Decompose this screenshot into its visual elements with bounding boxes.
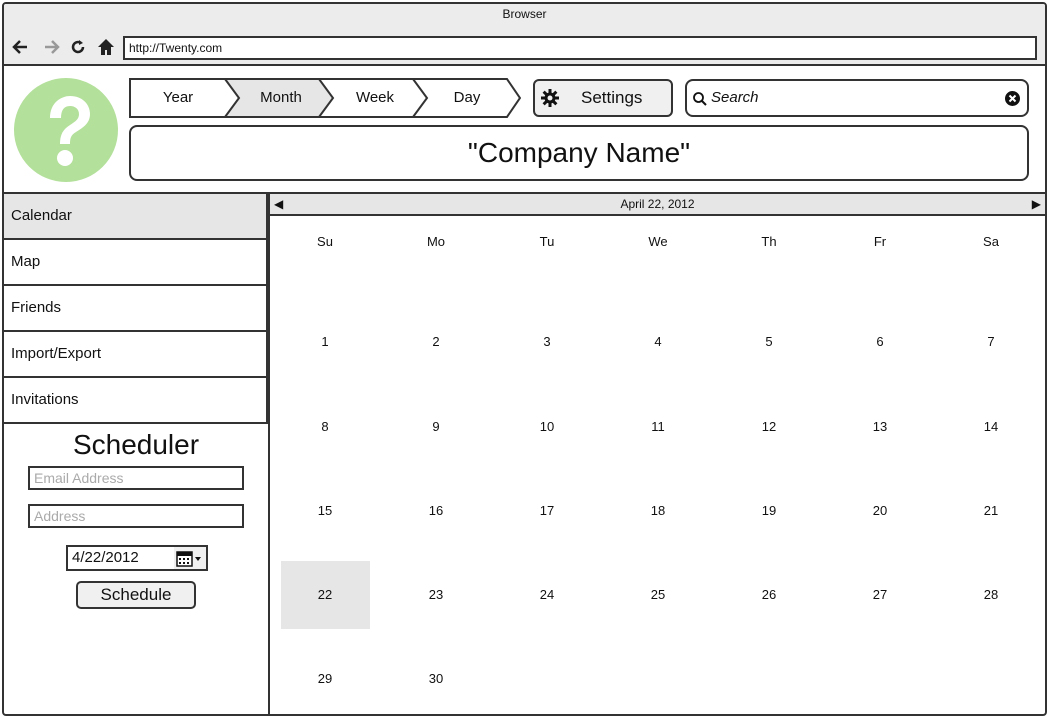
browser-title: Browser xyxy=(502,7,547,21)
calendar-day[interactable]: 18 xyxy=(638,503,678,519)
app-header: Year Month Week Day Settings Search "Com… xyxy=(4,68,1045,194)
weekday-label: Th xyxy=(761,234,777,249)
tab-month[interactable]: Month xyxy=(233,78,329,118)
weekday-label: Tu xyxy=(539,234,555,249)
calendar-day[interactable]: 13 xyxy=(860,419,900,435)
sidebar-item-invitations[interactable]: Invitations xyxy=(4,378,268,424)
calendar-day[interactable]: 17 xyxy=(527,503,567,519)
reload-icon[interactable] xyxy=(68,36,88,58)
calendar-day[interactable]: 5 xyxy=(749,334,789,350)
url-field[interactable]: http://Twenty.com xyxy=(123,36,1037,60)
scheduler-title: Scheduler xyxy=(72,429,200,460)
calendar-day[interactable]: 2 xyxy=(416,334,456,350)
email-field[interactable]: Email Address xyxy=(28,466,244,490)
date-input[interactable]: 4/22/2012 xyxy=(66,545,176,571)
sidebar-item-calendar[interactable]: Calendar xyxy=(4,194,268,240)
view-tabs: Year Month Week Day xyxy=(129,78,521,118)
calendar-day[interactable]: 6 xyxy=(860,334,900,350)
browser-window: Browser http://Twenty.com Year Month Wee… xyxy=(2,2,1047,716)
sidebar-item-map[interactable]: Map xyxy=(4,240,268,286)
calendar-date-label: April 22, 2012 xyxy=(620,197,695,211)
tab-week[interactable]: Week xyxy=(327,78,423,118)
prev-month-button[interactable]: ◀ xyxy=(274,194,283,214)
settings-label: Settings xyxy=(581,88,643,107)
calendar-day[interactable]: 24 xyxy=(527,587,567,603)
calendar-day[interactable]: 20 xyxy=(860,503,900,519)
sidebar-item-import-export[interactable]: Import/Export xyxy=(4,332,268,378)
sidebar-item-friends[interactable]: Friends xyxy=(4,286,268,332)
calendar-day[interactable]: 16 xyxy=(416,503,456,519)
weekday-label: Mo xyxy=(426,234,446,249)
calendar-day[interactable]: 27 xyxy=(860,587,900,603)
chevron-down-icon xyxy=(195,557,201,561)
calendar-day[interactable]: 15 xyxy=(305,503,345,519)
calendar-day[interactable]: 4 xyxy=(638,334,678,350)
date-picker-button[interactable] xyxy=(174,545,208,571)
browser-title-bar: Browser xyxy=(4,4,1045,30)
calendar-day[interactable]: 26 xyxy=(749,587,789,603)
calendar-day[interactable]: 23 xyxy=(416,587,456,603)
search-placeholder: Search xyxy=(711,89,759,106)
forward-arrow-icon[interactable] xyxy=(42,36,62,58)
home-icon[interactable] xyxy=(96,36,116,58)
calendar-day[interactable]: 28 xyxy=(971,587,1011,603)
next-month-button[interactable]: ▶ xyxy=(1032,194,1041,214)
address-field[interactable]: Address xyxy=(28,504,244,528)
weekday-label: Fr xyxy=(873,234,887,249)
calendar-day[interactable]: 29 xyxy=(305,671,345,687)
calendar-day[interactable]: 21 xyxy=(971,503,1011,519)
calendar-day[interactable]: 11 xyxy=(638,419,678,435)
search-input[interactable]: Search xyxy=(685,79,1029,117)
search-icon xyxy=(693,92,707,106)
calendar-day[interactable]: 12 xyxy=(749,419,789,435)
calendar-day-selected[interactable]: 22 xyxy=(305,587,345,603)
calendar-day[interactable]: 14 xyxy=(971,419,1011,435)
settings-button[interactable]: Settings xyxy=(533,79,673,117)
calendar-day[interactable]: 19 xyxy=(749,503,789,519)
schedule-button[interactable]: Schedule xyxy=(76,581,196,609)
tab-day[interactable]: Day xyxy=(421,78,513,118)
weekday-label: We xyxy=(648,234,668,249)
calendar-day[interactable]: 30 xyxy=(416,671,456,687)
gear-icon xyxy=(541,89,559,107)
calendar-icon xyxy=(176,551,201,567)
calendar-header: ◀ April 22, 2012 ▶ xyxy=(270,194,1045,216)
calendar-day[interactable]: 8 xyxy=(305,419,345,435)
calendar-day[interactable]: 25 xyxy=(638,587,678,603)
calendar-day[interactable]: 3 xyxy=(527,334,567,350)
back-arrow-icon[interactable] xyxy=(10,36,30,58)
weekday-label: Su xyxy=(317,234,333,249)
browser-nav-bar: http://Twenty.com xyxy=(4,30,1045,66)
calendar-panel: ◀ April 22, 2012 ▶ Su Mo Tu We Th Fr Sa 1 2 3 4 5 6 7… xyxy=(270,194,1045,714)
company-name-banner: "Company Name" xyxy=(129,125,1029,181)
calendar-day[interactable]: 1 xyxy=(305,334,345,350)
question-mark-icon xyxy=(14,78,118,182)
weekday-label: Sa xyxy=(983,234,999,249)
calendar-day[interactable]: 9 xyxy=(416,419,456,435)
clear-search-icon[interactable] xyxy=(1004,90,1021,107)
calendar-day[interactable]: 7 xyxy=(971,334,1011,350)
calendar-day[interactable]: 10 xyxy=(527,419,567,435)
tab-year[interactable]: Year xyxy=(129,78,227,118)
